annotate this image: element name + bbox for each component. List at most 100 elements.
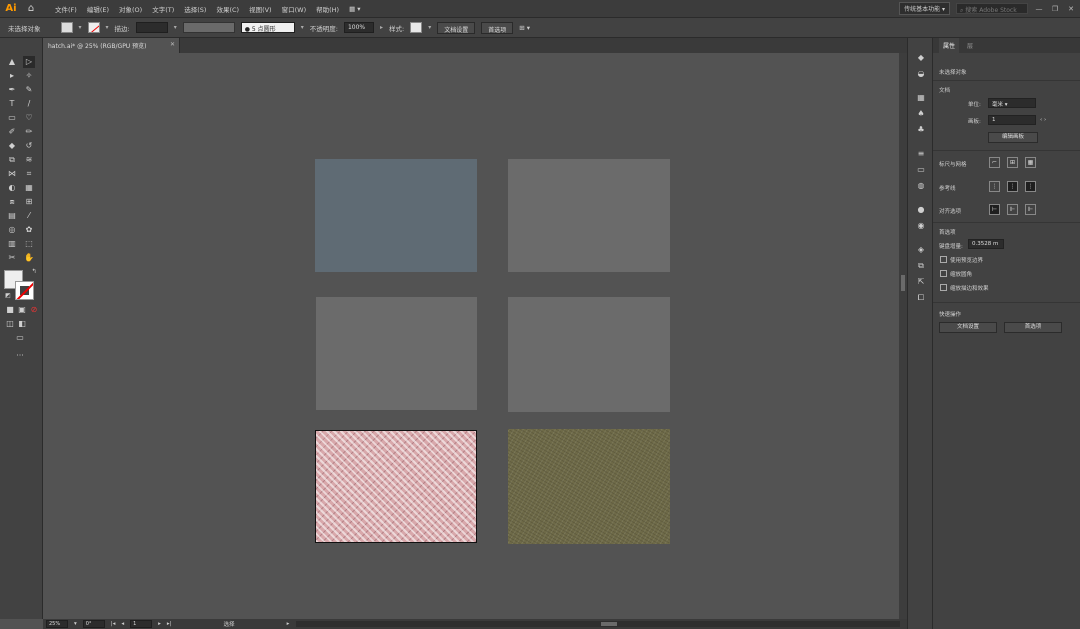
swap-colors-icon[interactable]: ↰ (28, 266, 40, 278)
ruler-icon[interactable]: ⌐ (989, 157, 1000, 168)
pen-icon[interactable]: ✒ (6, 84, 18, 96)
first-artboard-icon[interactable]: |◂ (111, 621, 116, 627)
rectangle-icon[interactable]: ▭ (6, 112, 18, 124)
brushes-panel-icon[interactable]: ♠ (915, 109, 927, 119)
stroke-swatch[interactable] (87, 22, 100, 33)
style-dropdown-icon[interactable]: ▾ (428, 24, 431, 31)
lock-guides-icon[interactable]: ⋮ (1007, 181, 1018, 192)
links-panel-icon[interactable]: ⧠ (915, 293, 927, 303)
artboard-icon[interactable]: ⬚ (23, 238, 35, 250)
menu-select[interactable]: 选择(S) (179, 4, 211, 14)
brush-definition-dropdown[interactable]: ● 5 点圆形 (240, 22, 295, 33)
vertical-scrollbar[interactable] (899, 53, 907, 619)
prev-artboard-icon[interactable]: ◂ (121, 621, 124, 627)
variable-width-profile[interactable] (182, 22, 235, 33)
horizontal-scroll-thumb[interactable] (601, 622, 617, 626)
shape-builder-icon[interactable]: ◐ (6, 182, 18, 194)
canvas[interactable] (43, 53, 899, 619)
graphic-style-swatch[interactable] (410, 22, 423, 33)
scale-strokes-checkbox[interactable] (940, 284, 947, 291)
close-tab-icon[interactable]: ✕ (170, 41, 175, 48)
olive-texture-artboard[interactable] (508, 429, 670, 544)
selection-icon[interactable]: ▲ (6, 56, 18, 68)
warp-icon[interactable]: ≋ (23, 154, 35, 166)
home-icon[interactable]: ⌂ (22, 3, 40, 14)
show-guides-icon[interactable]: ⋮ (989, 181, 1000, 192)
gradient-panel-icon[interactable]: ▭ (915, 165, 927, 175)
preferences-button[interactable]: 首选项 (481, 21, 514, 34)
vertical-scroll-thumb[interactable] (901, 275, 905, 291)
blend-icon[interactable]: ◎ (6, 224, 18, 236)
workspace-dropdown[interactable]: 传统基本功能 ▾ (899, 2, 950, 15)
line-icon[interactable]: / (23, 98, 35, 110)
stroke-weight-dropdown-icon[interactable]: ▾ (174, 24, 177, 31)
document-tab[interactable]: hatch.ai* @ 25% (RGB/GPU 预览) ✕ (43, 38, 180, 53)
brush-dropdown-icon[interactable]: ▾ (301, 24, 304, 31)
workspace-switcher[interactable]: ▦ ▾ (344, 5, 365, 13)
grid-icon[interactable]: ⊞ (1007, 157, 1018, 168)
edit-artboards-button[interactable]: 编辑画板 (988, 132, 1038, 143)
quick-preferences-button[interactable]: 首选项 (1004, 322, 1062, 333)
live-paint-icon[interactable]: ▦ (23, 182, 35, 194)
magic-wand-icon[interactable]: ✧ (23, 70, 35, 82)
symbol-sprayer-icon[interactable]: ✿ (23, 224, 35, 236)
menu-object[interactable]: 对象(O) (114, 4, 147, 14)
stroke-color-box[interactable] (15, 281, 34, 300)
default-colors-icon[interactable]: ◩ (2, 290, 14, 302)
snap-to-pixel-icon[interactable]: ⊩ (1007, 204, 1018, 215)
type-icon[interactable]: T (6, 98, 18, 110)
quick-document-setup-button[interactable]: 文档设置 (939, 322, 997, 333)
direct-selection-icon[interactable]: ▷ (23, 56, 35, 68)
artboard-navigator[interactable]: 1 (130, 620, 153, 628)
transparency-grid-icon[interactable]: ▦ (1025, 157, 1036, 168)
document-setup-button[interactable]: 文档设置 (437, 21, 476, 34)
direct-select-icon[interactable]: ▸ (6, 70, 18, 82)
status-expand-icon[interactable]: ▸ (287, 621, 290, 627)
export-icon[interactable]: ⇱ (915, 277, 927, 287)
fill-swatch[interactable] (60, 22, 73, 33)
stroke-weight-field[interactable] (135, 22, 168, 33)
draw-mode-icon[interactable]: ◫ (4, 318, 16, 330)
smart-guides-icon[interactable]: ⋮ (1025, 181, 1036, 192)
none-mode-icon[interactable]: ⊘ (28, 304, 40, 316)
edit-toolbar-icon[interactable]: ··· (14, 350, 26, 362)
perspective-grid-icon[interactable]: ⧈ (6, 196, 18, 208)
last-artboard-icon[interactable]: ▸| (167, 621, 172, 627)
eraser-icon[interactable]: ◆ (6, 140, 18, 152)
restore-button[interactable]: ❐ (1050, 5, 1060, 13)
color-mode-icon[interactable]: ■ (4, 304, 16, 316)
keyboard-increment-field[interactable]: 0.3528 m (968, 239, 1004, 249)
stock-search-input[interactable]: ⌕ 搜索 Adobe Stock (956, 3, 1028, 14)
slice-icon[interactable]: ✂ (6, 252, 18, 264)
grey-artboard-2[interactable] (316, 297, 477, 410)
snap-to-glyph-icon[interactable]: ⊩ (1025, 204, 1036, 215)
scale-icon[interactable]: ⧉ (6, 154, 18, 166)
rotate-icon[interactable]: ↺ (23, 140, 35, 152)
minimize-button[interactable]: — (1034, 5, 1044, 13)
units-dropdown[interactable]: 毫米 ▾ (988, 98, 1036, 108)
pencil-icon[interactable]: ✏ (23, 126, 35, 138)
graphic-styles-icon[interactable]: ◉ (915, 221, 927, 231)
arrange-documents-icon[interactable]: ⊞ ▾ (519, 24, 530, 32)
artboard-dropdown[interactable]: 1 (988, 115, 1036, 125)
transparency-panel-icon[interactable]: ◍ (915, 181, 927, 191)
gradient-icon[interactable]: ▤ (6, 210, 18, 222)
next-artboard-icon[interactable]: ▸ (158, 621, 161, 627)
symbols-panel-icon[interactable]: ♣ (915, 125, 927, 135)
close-button[interactable]: ✕ (1066, 5, 1076, 13)
menu-effect[interactable]: 效果(C) (211, 4, 244, 14)
menu-view[interactable]: 视图(V) (244, 4, 277, 14)
scale-corners-checkbox[interactable] (940, 270, 947, 277)
stroke-dropdown-icon[interactable]: ▾ (106, 24, 109, 31)
screen-mode-icon[interactable]: ▭ (14, 332, 26, 344)
paintbrush-icon[interactable]: ✐ (6, 126, 18, 138)
shaper-icon[interactable]: ♡ (23, 112, 35, 124)
width-icon[interactable]: ⋈ (6, 168, 18, 180)
eyedropper-icon[interactable]: ⁄ (23, 210, 35, 222)
curvature-icon[interactable]: ✎ (23, 84, 35, 96)
snap-to-point-icon[interactable]: ⊢ (989, 204, 1000, 215)
appearance-panel-icon[interactable]: ● (915, 205, 927, 215)
draw-behind-icon[interactable]: ◧ (16, 318, 28, 330)
hand-icon[interactable]: ✋ (23, 252, 35, 264)
slate-blue-artboard[interactable] (315, 159, 477, 272)
